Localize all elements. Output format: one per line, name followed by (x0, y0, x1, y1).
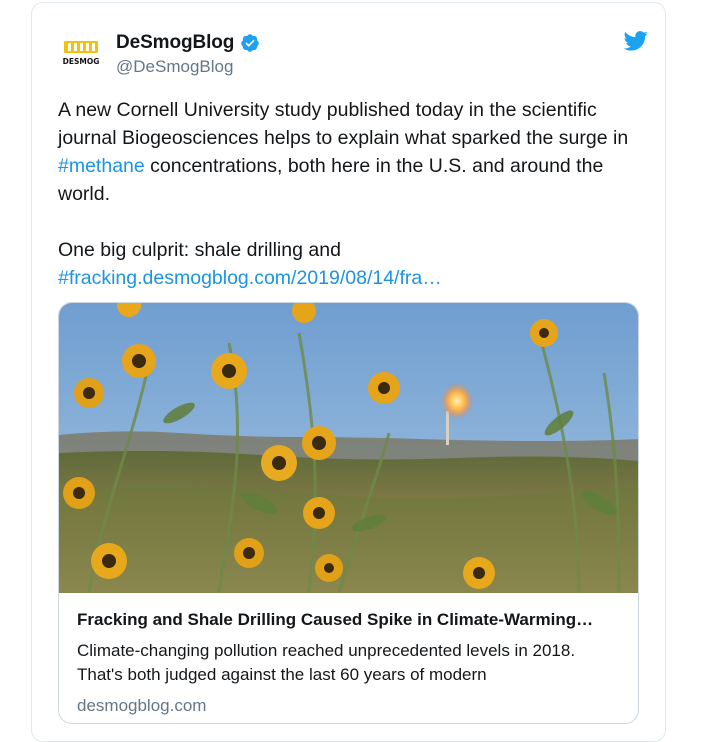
card-description: Climate-changing pollution reached unpre… (77, 641, 576, 684)
avatar[interactable]: DESMOG (58, 27, 104, 73)
display-name-row: DeSmogBlog (116, 31, 260, 55)
card-domain[interactable]: desmogblog.com (77, 695, 625, 717)
card-image[interactable] (59, 303, 638, 593)
fracking-article-link[interactable]: #fracking.desmogblog.com/2019/08/14/fra… (58, 267, 442, 289)
svg-text:DESMOG: DESMOG (63, 57, 100, 66)
tweet-paragraph-1: A new Cornell University study published… (58, 96, 643, 208)
tweet-text-part: One big culprit: shale drilling and (58, 239, 341, 261)
tweet-text-part: A new Cornell University study published… (58, 99, 629, 149)
card-title[interactable]: Fracking and Shale Drilling Caused Spike… (77, 609, 625, 631)
twitter-bird-icon[interactable] (624, 31, 648, 51)
tweet-header: DESMOG DeSmogBlog @DeSmogBlog (58, 27, 648, 79)
tweet-text: A new Cornell University study published… (58, 96, 643, 292)
hashtag-methane-link[interactable]: #methane (58, 155, 145, 177)
card-body: Fracking and Shale Drilling Caused Spike… (77, 609, 625, 717)
tweet-card: DESMOG DeSmogBlog @DeSmogBlog A new Corn… (31, 2, 666, 742)
link-preview-card[interactable]: Fracking and Shale Drilling Caused Spike… (58, 302, 639, 724)
verified-badge-icon (241, 34, 260, 52)
display-name[interactable]: DeSmogBlog (116, 32, 234, 54)
tweet-paragraph-2: One big culprit: shale drilling and #fra… (58, 236, 643, 292)
handle[interactable]: @DeSmogBlog (116, 57, 233, 77)
